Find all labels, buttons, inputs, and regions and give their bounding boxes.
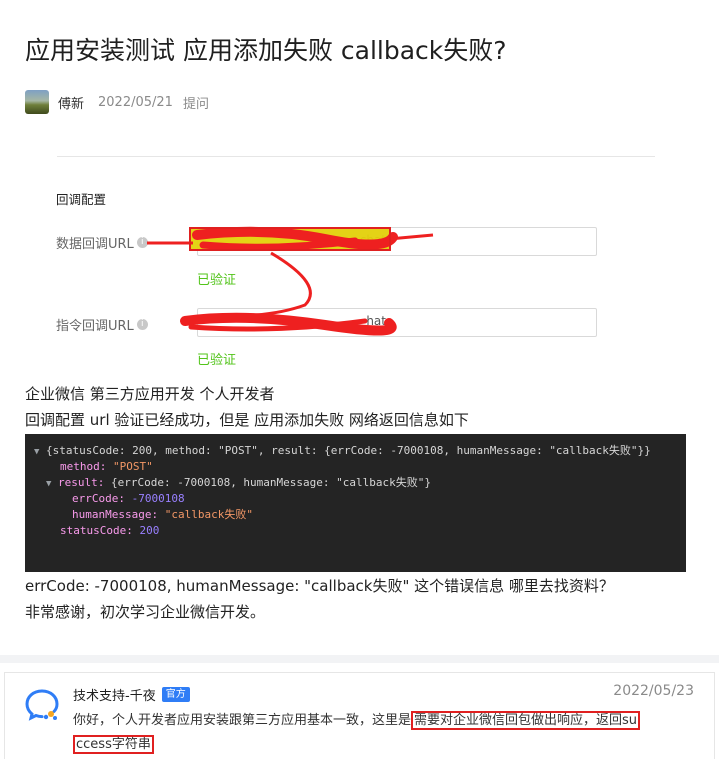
question-title: 应用安装测试 应用添加失败 callback失败?	[25, 36, 507, 65]
expand-triangle-icon[interactable]: ▼	[34, 444, 46, 460]
console-summary: {statusCode: 200, method: "POST", result…	[46, 444, 651, 457]
console-status-row: statusCode: 200	[25, 523, 686, 539]
method-key: method:	[60, 460, 107, 473]
answer-author-name[interactable]: 技术支持-千夜	[73, 685, 156, 704]
answer-highlight-2: ccess字符串	[73, 735, 154, 754]
question-line-3: errCode: -7000108, humanMessage: "callba…	[25, 577, 614, 595]
question-line-1: 企业微信 第三方应用开发 个人开发者	[25, 385, 275, 403]
answer-text-line-1: 你好，个人开发者应用安装跟第三方应用基本一致，这里是 需要对企业微信回包做出响应，…	[73, 711, 641, 731]
answer-highlight-1: 需要对企业微信回包做出响应，返回su	[411, 711, 641, 730]
method-value: "POST"	[112, 460, 153, 473]
human-message-value: "callback失败"	[164, 508, 253, 521]
question-line-2: 回调配置 url 验证已经成功，但是 应用添加失败 网络返回信息如下	[25, 411, 469, 429]
console-method-row: method: "POST"	[25, 459, 686, 475]
errcode-value: -7000108	[131, 492, 185, 505]
answer-text-line-2: ccess字符串	[73, 735, 154, 755]
author-name[interactable]: 傅新	[58, 93, 84, 112]
answer-text-plain: 你好，个人开发者应用安装跟第三方应用基本一致，这里是	[73, 713, 412, 728]
question-date: 2022/05/21	[98, 94, 173, 110]
status-code-value: 200	[139, 524, 160, 537]
answer-author[interactable]: 技术支持-千夜 官方	[73, 685, 190, 704]
question-line-4: 非常感谢，初次学习企业微信开发。	[25, 603, 266, 621]
status-code-key: statusCode:	[60, 524, 133, 537]
console-output: ▼ {statusCode: 200, method: "POST", resul…	[25, 434, 686, 572]
question-meta: 傅新 2022/05/21 提问	[25, 90, 209, 114]
result-summary: {errCode: -7000108, humanMessage: "callb…	[110, 476, 431, 489]
question-action: 提问	[182, 96, 209, 112]
redaction-scribbles	[147, 226, 434, 336]
console-summary-row[interactable]: ▼ {statusCode: 200, method: "POST", resul…	[25, 443, 686, 459]
console-human-row: humanMessage: "callback失败"	[25, 507, 686, 523]
author-avatar[interactable]	[25, 90, 49, 114]
human-message-key: humanMessage:	[72, 508, 159, 521]
console-errcode-row: errCode: -7000108	[25, 491, 686, 507]
expand-triangle-icon[interactable]: ▼	[46, 476, 58, 492]
connector-stroke	[254, 251, 312, 317]
embedded-config-screenshot: 回调配置 数据回调URL i chat 已验证 指令回调URL i hat 已验…	[25, 135, 687, 380]
section-separator	[0, 655, 719, 663]
result-key: result:	[58, 476, 105, 489]
answer-card: 技术支持-千夜 官方 2022/05/23 你好，个人开发者应用安装跟第三方应用…	[4, 672, 715, 759]
wecom-bubble-icon	[25, 689, 59, 721]
answer-date: 2022/05/23	[613, 683, 694, 699]
errcode-key: errCode:	[72, 492, 125, 505]
annotation-box	[189, 227, 391, 251]
console-result-row[interactable]: ▼ result: {errCode: -7000108, humanMessag…	[25, 475, 686, 491]
official-badge: 官方	[161, 687, 190, 702]
